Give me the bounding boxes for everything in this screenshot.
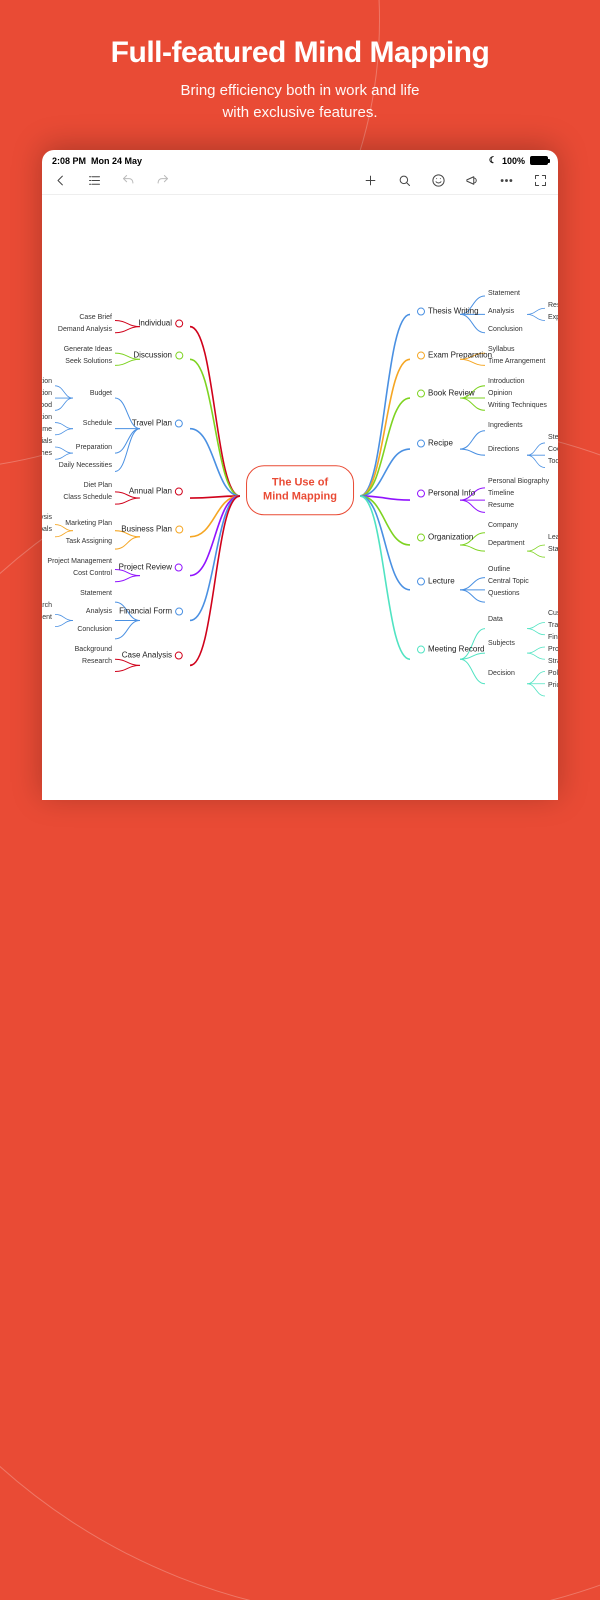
mindmap-node[interactable]: Meeting Record: [414, 646, 484, 655]
mindmap-node[interactable]: Statement: [488, 290, 520, 298]
mindmap-root[interactable]: The Use ofMind Mapping: [246, 465, 354, 515]
mindmap-node[interactable]: Statement: [80, 590, 112, 598]
mindmap-node[interactable]: Personal Info: [414, 490, 475, 499]
mindmap-node[interactable]: Accommodation: [42, 378, 52, 386]
announce-button[interactable]: [464, 172, 480, 188]
mindmap-node[interactable]: Exam Preparation: [414, 352, 492, 361]
mindmap-node[interactable]: Outline: [488, 566, 510, 574]
undo-button[interactable]: [120, 172, 136, 188]
mindmap-node[interactable]: Case Analysis: [122, 652, 186, 661]
mindmap-node[interactable]: Research: [548, 302, 558, 310]
mindmap-node[interactable]: Conclusion: [488, 326, 523, 334]
mindmap-node[interactable]: Customer: [548, 610, 558, 618]
mindmap-node[interactable]: Competitor Analysis: [42, 514, 52, 522]
mindmap-node[interactable]: Business Plan: [121, 526, 186, 535]
mindmap-node[interactable]: Time Arrangement: [488, 358, 545, 366]
mindmap-node[interactable]: Experiment: [548, 314, 558, 322]
mindmap-node[interactable]: Lecture: [414, 578, 455, 587]
mindmap-node[interactable]: Cost Control: [73, 570, 112, 578]
mindmap-node[interactable]: Generate Ideas: [64, 346, 112, 354]
mindmap-node[interactable]: Research: [82, 658, 112, 666]
mindmap-node[interactable]: Individual: [138, 320, 186, 329]
mindmap-node[interactable]: Questions: [488, 590, 520, 598]
mindmap-node[interactable]: Directions: [488, 446, 519, 454]
tablet-frame: 2:08 PM Mon 24 May ☾ 100% The Use ofMind…: [42, 150, 558, 800]
mindmap-node[interactable]: Thesis Writing: [414, 308, 479, 317]
mindmap-node[interactable]: Staff: [548, 546, 558, 554]
mindmap-node[interactable]: Writing Techniques: [488, 402, 547, 410]
back-button[interactable]: [52, 172, 68, 188]
mindmap-node[interactable]: Book Review: [414, 390, 475, 399]
mindmap-node[interactable]: Schedule: [83, 420, 112, 428]
mindmap-node[interactable]: Decision: [488, 670, 515, 678]
mindmap-node[interactable]: Discussion: [133, 352, 186, 361]
mindmap-node[interactable]: Preparation: [76, 444, 112, 452]
mindmap-node[interactable]: Tools: [548, 458, 558, 466]
mindmap-node[interactable]: Project Review: [119, 564, 186, 573]
mindmap-node[interactable]: Personal Biography: [488, 478, 549, 486]
mindmap-node[interactable]: Demand Analysis: [58, 326, 112, 334]
status-bar: 2:08 PM Mon 24 May ☾ 100%: [42, 150, 558, 168]
mindmap-node[interactable]: Timeline: [488, 490, 514, 498]
mindmap-node[interactable]: Cooking Advice: [548, 446, 558, 454]
mindmap-node[interactable]: Organization: [414, 534, 473, 543]
mindmap-node[interactable]: Data: [488, 616, 503, 624]
outline-button[interactable]: [86, 172, 102, 188]
mindmap-node[interactable]: Finance: [548, 634, 558, 642]
mindmap-node[interactable]: Credentials: [42, 438, 52, 446]
mindmap-node[interactable]: Clothes: [42, 450, 52, 458]
mindmap-node[interactable]: Department: [488, 540, 525, 548]
mindmap-node[interactable]: Financial Form: [119, 608, 186, 617]
mindmap-node[interactable]: Resume: [488, 502, 514, 510]
mindmap-canvas[interactable]: The Use ofMind Mapping Thesis Writing Sta…: [42, 195, 558, 797]
battery-icon: [530, 156, 548, 165]
mindmap-node[interactable]: Subjects: [488, 640, 515, 648]
app-toolbar: [42, 168, 558, 195]
mindmap-node[interactable]: Sales Goals: [42, 526, 52, 534]
mindmap-node[interactable]: Syllabus: [488, 346, 514, 354]
mindmap-node[interactable]: Seek Solutions: [65, 358, 112, 366]
emoji-button[interactable]: [430, 172, 446, 188]
mindmap-node[interactable]: Opinion: [488, 390, 512, 398]
mindmap-node[interactable]: Transportation: [42, 390, 52, 398]
mindmap-node[interactable]: Company: [488, 522, 518, 530]
mindmap-node[interactable]: Analysis: [488, 308, 514, 316]
mindmap-node[interactable]: Product: [548, 646, 558, 654]
mindmap-node[interactable]: Time: [42, 426, 52, 434]
mindmap-node[interactable]: Policy: [548, 670, 558, 678]
mindmap-node[interactable]: Destination: [42, 414, 52, 422]
mindmap-node[interactable]: Central Topic: [488, 578, 529, 586]
mindmap-node[interactable]: Price: [548, 682, 558, 690]
mindmap-node[interactable]: Food: [42, 402, 52, 410]
promo-subtitle: Bring efficiency both in work and life w…: [20, 80, 580, 124]
mindmap-node[interactable]: Background: [75, 646, 112, 654]
mindmap-node[interactable]: Introduction: [488, 378, 525, 386]
mindmap-node[interactable]: Case Brief: [79, 314, 112, 322]
moon-icon: ☾: [489, 155, 497, 166]
mindmap-node[interactable]: Class Schedule: [63, 494, 112, 502]
mindmap-node[interactable]: Conclusion: [77, 626, 112, 634]
mindmap-node[interactable]: Research: [42, 602, 52, 610]
mindmap-node[interactable]: Budget: [90, 390, 112, 398]
mindmap-node[interactable]: Analysis: [86, 608, 112, 616]
mindmap-node[interactable]: Recipe: [414, 440, 453, 449]
more-button[interactable]: [498, 172, 514, 188]
mindmap-node[interactable]: Marketing Plan: [65, 520, 112, 528]
mindmap-node[interactable]: Ingredients: [488, 422, 523, 430]
mindmap-node[interactable]: Daily Necessities: [59, 462, 112, 470]
mindmap-node[interactable]: Project Management: [47, 558, 112, 566]
mindmap-node[interactable]: Steps: [548, 434, 558, 442]
mindmap-node[interactable]: Annual Plan: [129, 488, 186, 497]
mindmap-node[interactable]: Strategy: [548, 658, 558, 666]
add-button[interactable]: [362, 172, 378, 188]
mindmap-node[interactable]: Diet Plan: [84, 482, 112, 490]
mindmap-node[interactable]: Experiment: [42, 614, 52, 622]
mindmap-node[interactable]: Task Assigning: [66, 538, 112, 546]
fullscreen-button[interactable]: [532, 172, 548, 188]
redo-button[interactable]: [154, 172, 170, 188]
mindmap-node[interactable]: Leader: [548, 534, 558, 542]
mindmap-node[interactable]: Travel Plan: [132, 420, 186, 429]
mindmap-node[interactable]: Transactions: [548, 622, 558, 630]
search-button[interactable]: [396, 172, 412, 188]
